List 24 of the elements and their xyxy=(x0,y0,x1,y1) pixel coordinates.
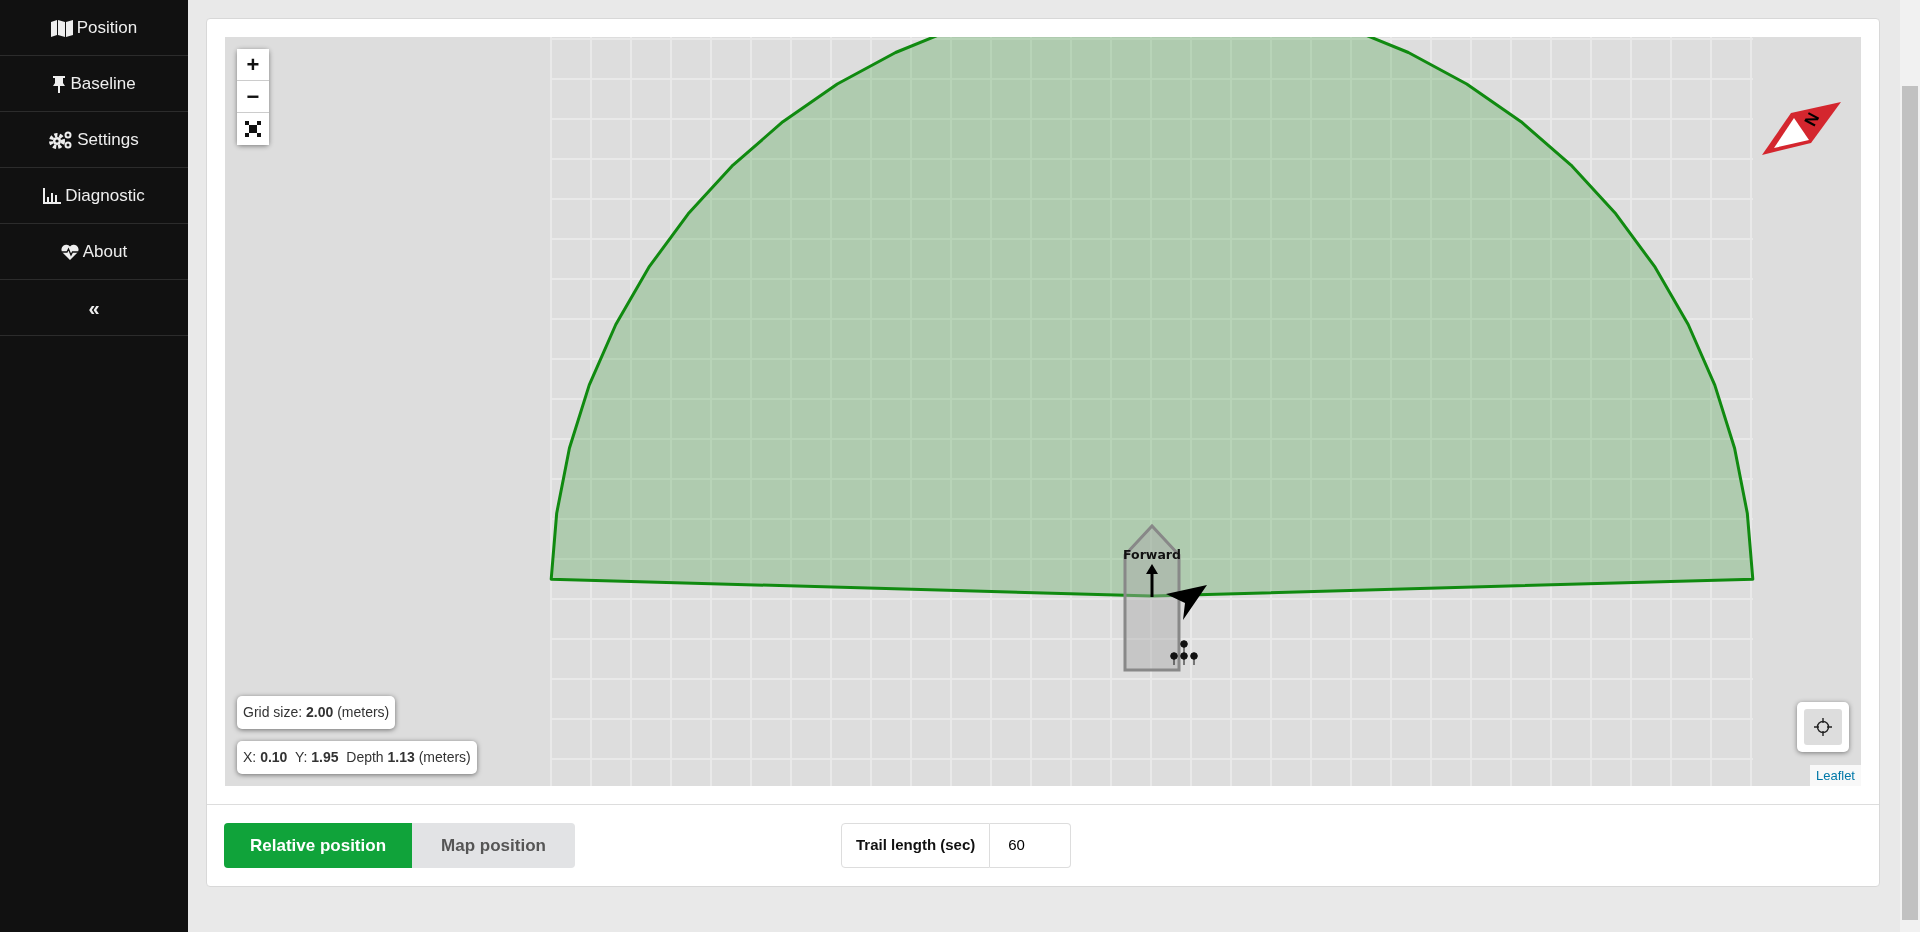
bar-chart-icon xyxy=(43,187,62,204)
trail-length-field[interactable]: 60 xyxy=(990,823,1072,868)
fit-bounds-icon xyxy=(245,121,261,137)
scrollbar[interactable] xyxy=(1900,0,1920,932)
trail-length-label: Trail length (sec) xyxy=(841,823,991,868)
pushpin-icon xyxy=(52,74,67,93)
map-view[interactable]: Forward N + − Grid size: 2.00 (meters) X: 0.10 Y: 1.95 Depth 1.13 (meters) Leaflet xyxy=(225,37,1861,786)
zoom-in-button[interactable]: + xyxy=(237,49,269,81)
pointer-icon xyxy=(1166,585,1207,620)
map-icon xyxy=(50,18,73,37)
heart-pulse-icon xyxy=(60,243,79,260)
boat-label: Forward xyxy=(1123,547,1181,562)
crosshair-icon xyxy=(1814,718,1832,736)
forward-arrow xyxy=(1146,564,1158,597)
grid-size-label: Grid size: 2.00 (meters) xyxy=(237,696,396,729)
attribution-link[interactable]: Leaflet xyxy=(1809,764,1861,786)
compass-icon: N xyxy=(1762,102,1841,155)
gears-icon xyxy=(49,129,74,150)
view-tab[interactable]: Map position xyxy=(412,823,576,868)
pin-cluster-icon xyxy=(1170,640,1198,666)
zoom-out-button[interactable]: − xyxy=(237,81,269,113)
locate-button[interactable] xyxy=(1797,702,1849,752)
position-readout: X: 0.10 Y: 1.95 Depth 1.13 (meters) xyxy=(237,741,477,774)
fit-bounds-button[interactable] xyxy=(237,113,269,145)
